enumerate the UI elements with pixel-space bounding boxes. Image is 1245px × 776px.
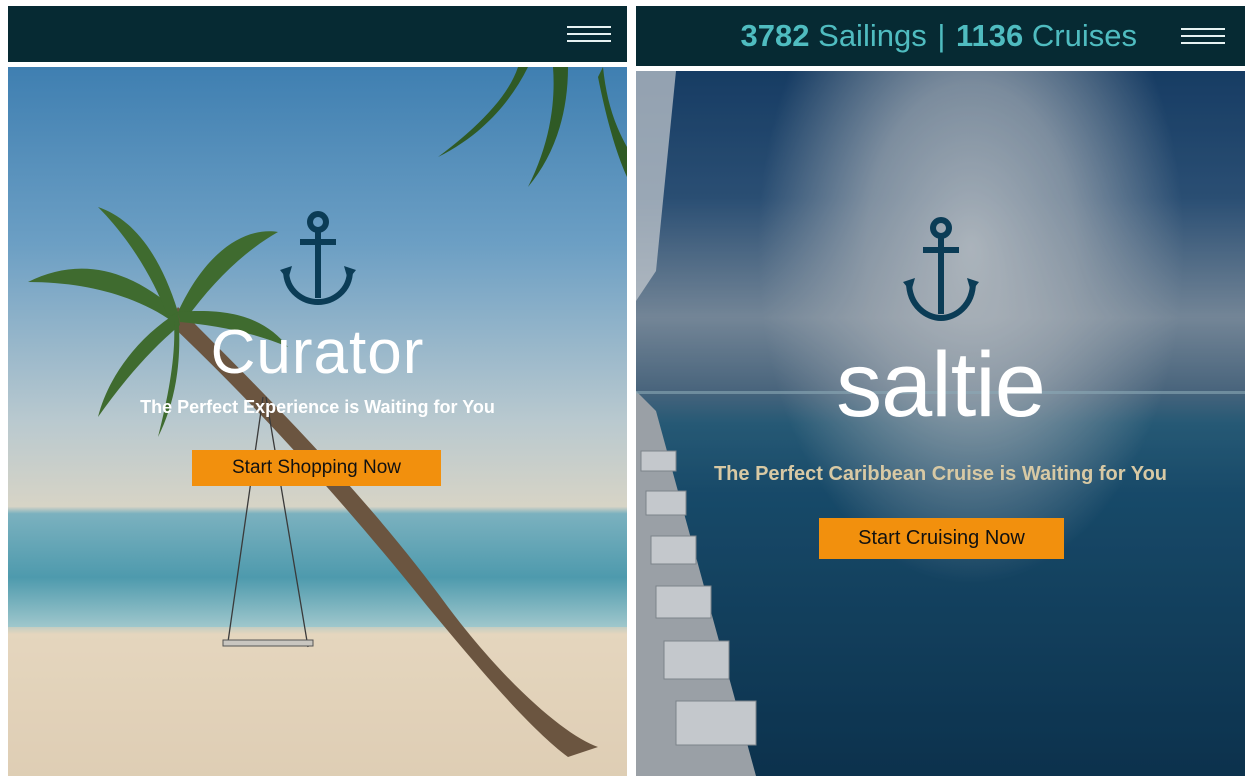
- anchor-logo-icon: [903, 217, 979, 322]
- curator-header: [8, 6, 627, 62]
- cruises-label: Cruises: [1031, 18, 1137, 53]
- saltie-brand-title: saltie: [836, 334, 1046, 436]
- start-cruising-button[interactable]: Start Cruising Now: [819, 518, 1064, 559]
- palm-tree-illustration: [8, 67, 627, 776]
- sailings-cruises-counter: 3782 Sailings | 1136 Cruises: [741, 19, 1137, 53]
- curator-tagline: The Perfect Experience is Waiting for Yo…: [140, 397, 495, 417]
- start-shopping-button[interactable]: Start Shopping Now: [192, 450, 441, 486]
- curator-panel: Curator The Perfect Experience is Waitin…: [8, 0, 627, 776]
- saltie-hero-background: saltie The Perfect Caribbean Cruise is W…: [636, 71, 1245, 776]
- hamburger-menu-icon[interactable]: [1181, 28, 1225, 46]
- sailings-count: 3782: [740, 18, 810, 53]
- curator-brand-title: Curator: [210, 318, 425, 387]
- cruises-count: 1136: [956, 18, 1024, 53]
- counter-separator: |: [937, 18, 946, 53]
- hamburger-menu-icon[interactable]: [567, 26, 611, 44]
- curator-hero-background: Curator The Perfect Experience is Waitin…: [8, 67, 627, 776]
- saltie-header: 3782 Sailings | 1136 Cruises: [636, 6, 1245, 66]
- saltie-panel: 3782 Sailings | 1136 Cruises saltie The …: [636, 0, 1245, 776]
- sailings-label: Sailings: [818, 18, 927, 53]
- saltie-tagline: The Perfect Caribbean Cruise is Waiting …: [713, 463, 1168, 485]
- anchor-logo-icon: [280, 211, 356, 306]
